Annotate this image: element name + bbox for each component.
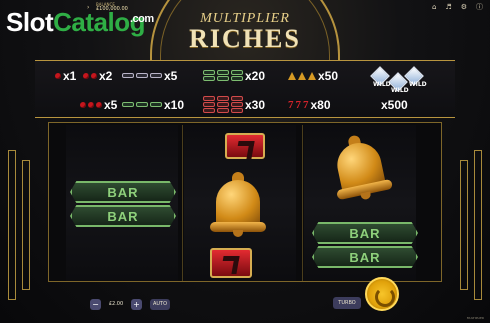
game-title: MULTIPLIER RICHES: [182, 12, 308, 52]
wild-label: WILD: [391, 87, 409, 94]
cherry-icon: [96, 101, 102, 108]
bet-controls: − £2.00 + AUTO: [90, 299, 170, 310]
bell-icon: [288, 71, 296, 80]
payout-label: x5: [164, 68, 178, 83]
cherry-icon: [88, 101, 94, 108]
payout-label: x10: [164, 97, 185, 112]
decrease-stake-button[interactable]: −: [90, 299, 101, 310]
payout-label: x2: [99, 68, 113, 83]
bar-symbol: BAR: [312, 246, 418, 268]
settings-icon[interactable]: ⚙: [461, 3, 467, 11]
wild-label: WILD: [373, 81, 391, 88]
bar-symbol: BAR: [70, 205, 176, 227]
logo-suffix: .com: [130, 13, 154, 25]
reel-divider: [302, 125, 303, 281]
left-deco: [0, 120, 45, 300]
seven-icon: 7: [303, 98, 309, 111]
paytable-cherry-3: x5: [80, 90, 117, 119]
payout-label: x20: [245, 68, 266, 83]
top-toolbar: ⌂ ♬ ⚙ ⓘ: [432, 2, 483, 12]
title-line-2: RICHES: [189, 24, 301, 53]
paytable-any-bar: x5: [122, 61, 177, 90]
bell-icon: [298, 71, 306, 80]
reel-1: [66, 125, 178, 281]
any-bar-icon: [122, 73, 134, 78]
cherry-icon: [83, 72, 89, 79]
paytable-mixed-bar: x20: [203, 61, 265, 90]
payout-label: x1: [63, 68, 77, 83]
seven-symbol: [210, 248, 252, 278]
bar-icon: [150, 102, 162, 107]
bell-icon: [308, 71, 316, 80]
cherry-icon: [80, 101, 86, 108]
balance-display: BALANCE £100,000.00: [96, 2, 128, 12]
turbo-button[interactable]: TURBO: [333, 297, 361, 309]
chevron-right-icon[interactable]: ›: [87, 4, 89, 11]
home-icon[interactable]: ⌂: [432, 3, 436, 11]
bar-symbol: BAR: [70, 181, 176, 203]
any-bar-icon: [150, 73, 162, 78]
spin-button[interactable]: [365, 277, 399, 311]
bell-symbol: [208, 170, 268, 240]
logo-word-slot: Slot: [6, 7, 54, 37]
paytable-cherry-2: x2: [83, 61, 112, 90]
wild-payout: x500: [381, 98, 408, 112]
bar-icon: [136, 102, 148, 107]
autoplay-button[interactable]: AUTO: [150, 299, 170, 310]
payout-label: x50: [318, 68, 339, 83]
cherry-icon: [55, 72, 61, 79]
bar-icon: [122, 102, 134, 107]
footer-label: MULTIPLIER: [466, 316, 484, 320]
info-icon[interactable]: ⓘ: [476, 2, 483, 12]
cherry-icon: [91, 72, 97, 79]
bar-symbol: BAR: [312, 222, 418, 244]
payout-label: x30: [245, 97, 266, 112]
stake-value: £2.00: [108, 301, 124, 307]
increase-stake-button[interactable]: +: [131, 299, 142, 310]
seven-icon: 7: [288, 98, 294, 111]
wild-label: WILD: [409, 81, 427, 88]
sound-icon[interactable]: ♬: [445, 3, 451, 11]
paytable-single-bar: x10: [122, 90, 184, 119]
payout-label: x5: [104, 97, 118, 112]
seven-icon: 7: [295, 98, 302, 111]
seven-symbol: [225, 133, 265, 159]
right-deco: [445, 120, 490, 300]
paytable-seven: 7 7 7 x80: [288, 90, 331, 119]
slotcatalog-logo: SlotCatalog .com: [6, 7, 154, 37]
any-bar-icon: [136, 73, 148, 78]
paytable-cherry-1: x1: [55, 61, 76, 90]
payout-label: x80: [310, 97, 331, 112]
reel-divider: [182, 125, 183, 281]
paytable-wild: WILD WILD WILD x500: [365, 61, 427, 119]
paytable-triple-bar: x30: [203, 90, 265, 119]
paytable: x1 x2 x5 x20 x50 x5 x10 x30 7 7 7 x80 WI…: [35, 60, 455, 118]
paytable-bell: x50: [288, 61, 338, 90]
balance-value: £100,000.00: [96, 6, 128, 12]
